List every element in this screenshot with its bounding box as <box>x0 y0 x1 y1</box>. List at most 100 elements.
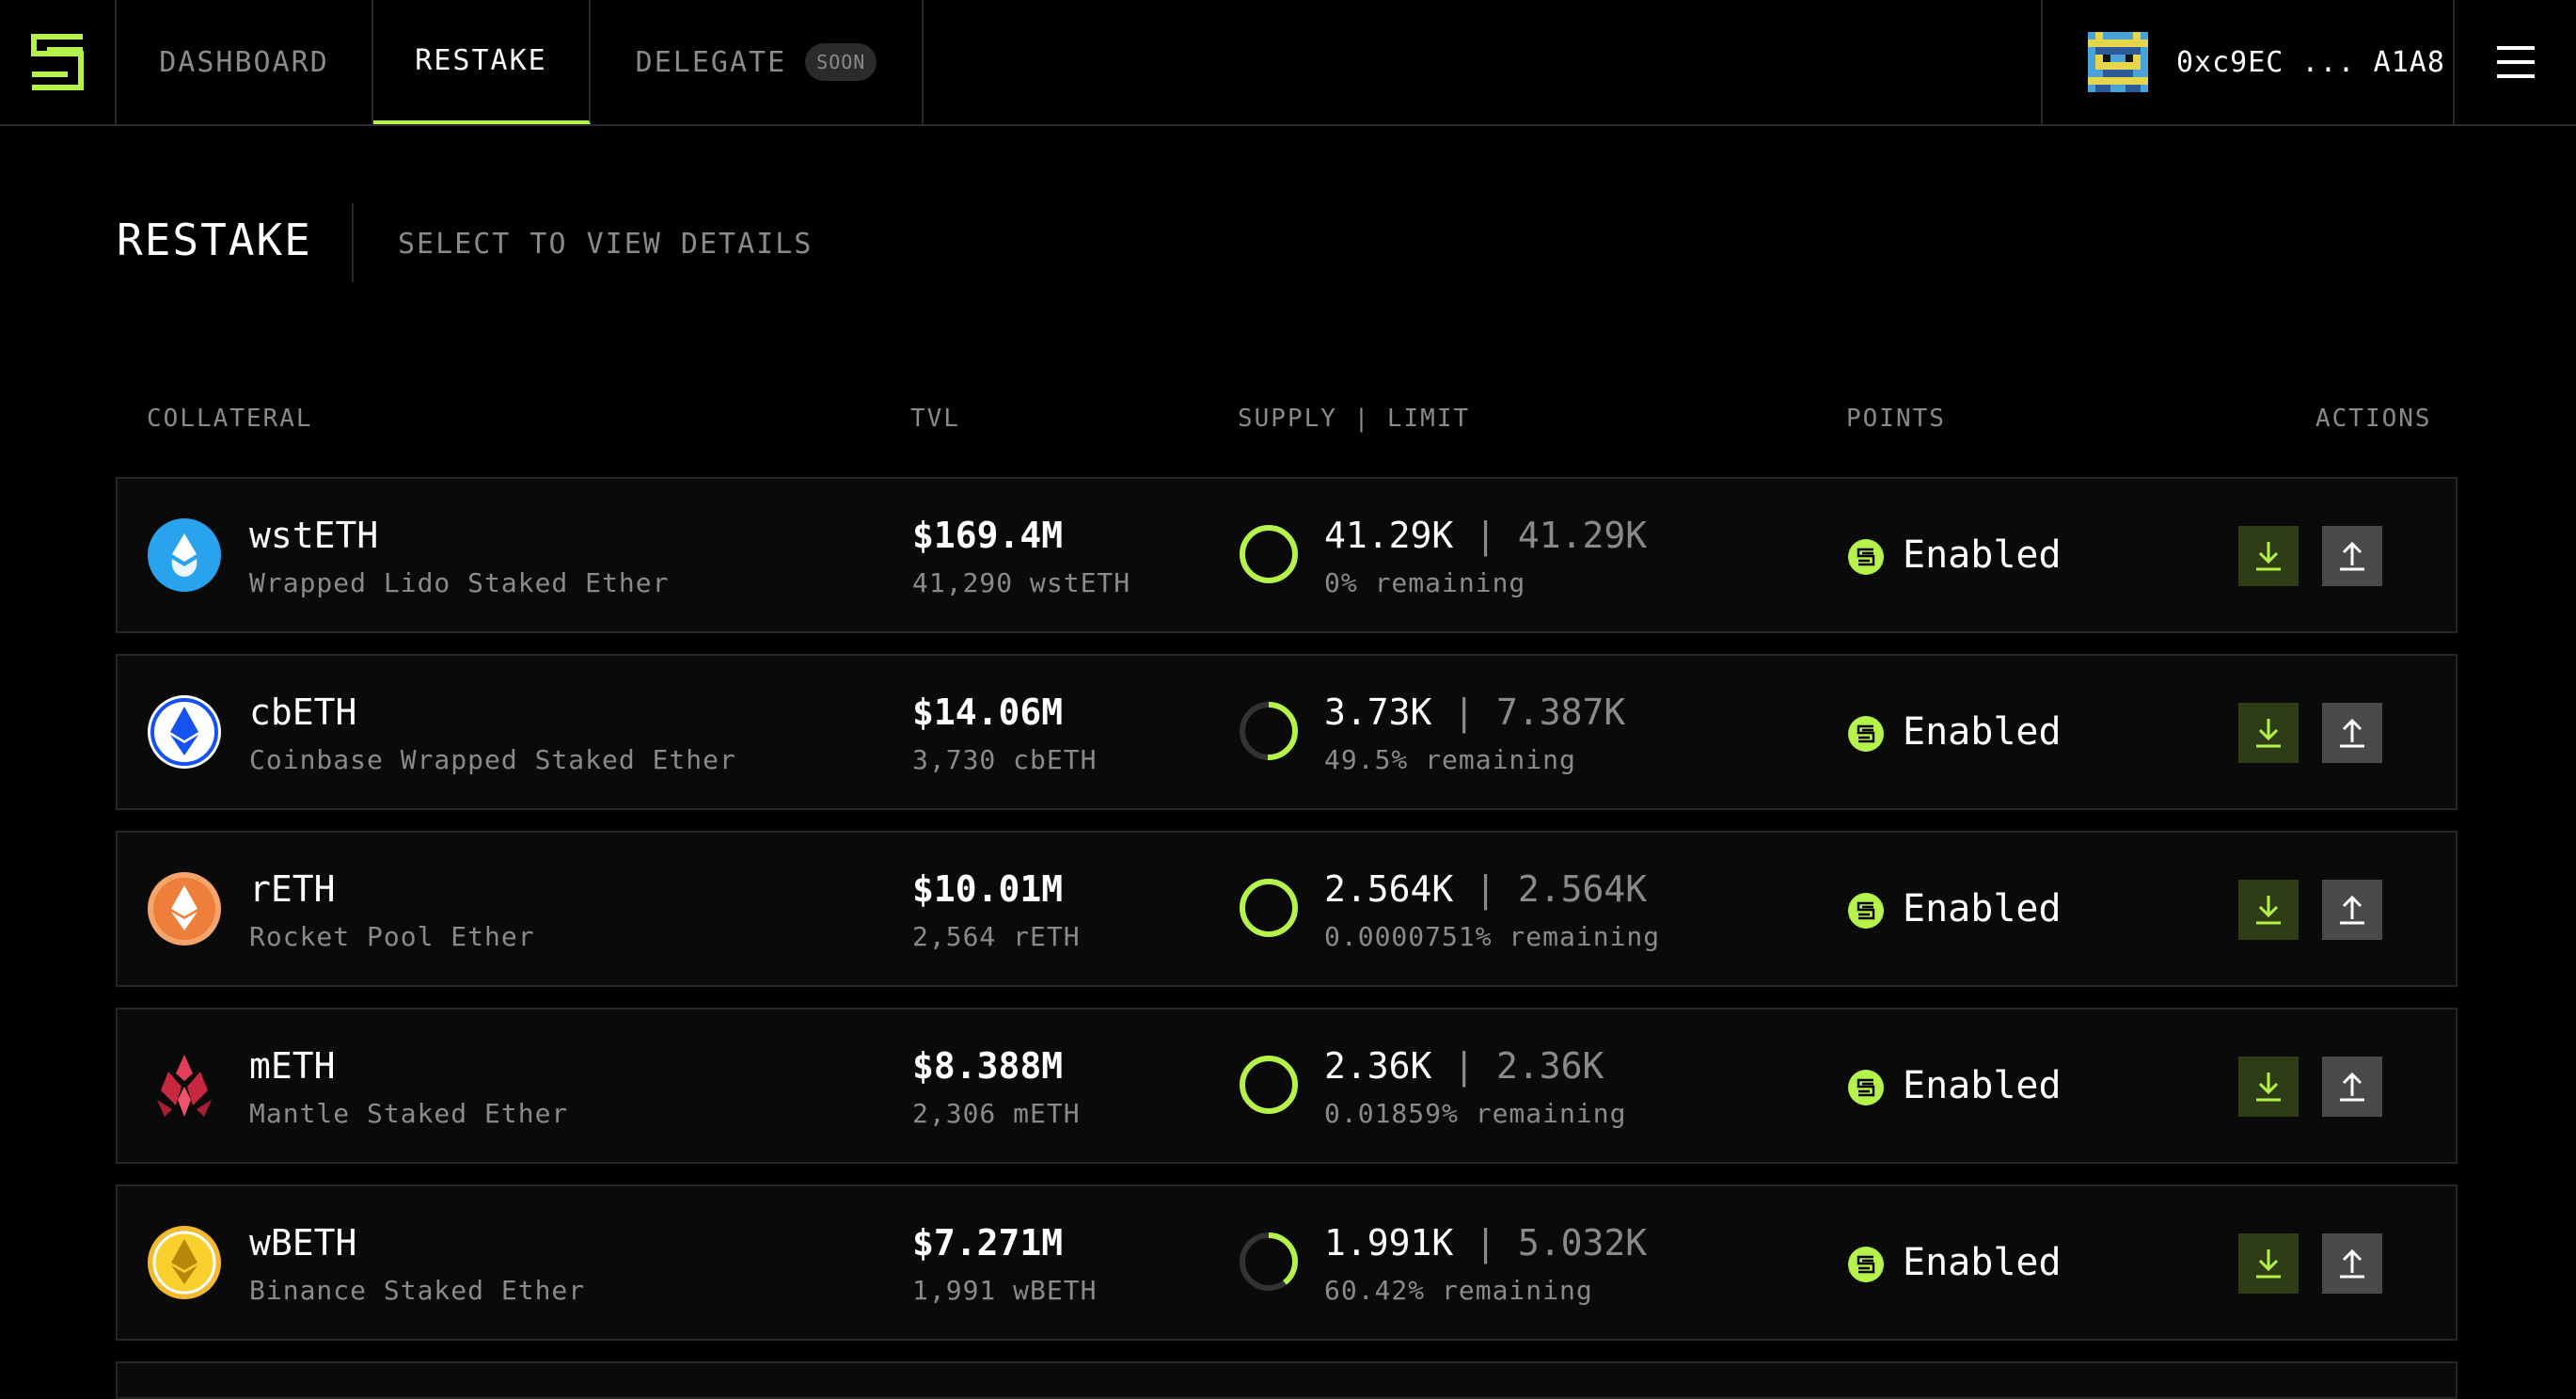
supply-value: 2.564K <box>1324 868 1454 910</box>
limit-value: 2.36K <box>1496 1045 1604 1087</box>
withdraw-button[interactable] <box>2322 703 2382 763</box>
asset-symbol: wstETH <box>249 515 379 556</box>
page-title: RESTAKE <box>117 215 312 265</box>
points-enabled-icon <box>1848 893 1884 929</box>
withdraw-button[interactable] <box>2322 880 2382 940</box>
header-actions: ACTIONS <box>2315 405 2432 433</box>
supply-progress-ring <box>1240 525 1298 583</box>
binance-wbeth-icon <box>148 1226 221 1299</box>
table-row[interactable]: mETH Mantle Staked Ether $8.388M 2,306 m… <box>116 1008 2457 1164</box>
deposit-button[interactable] <box>2238 1233 2299 1294</box>
tvl-amount: 3,730 cbETH <box>912 744 1098 775</box>
asset-name: Rocket Pool Ether <box>249 921 535 952</box>
table-row[interactable]: rETH Rocket Pool Ether $10.01M 2,564 rET… <box>116 831 2457 987</box>
supply-remaining: 60.42% remaining <box>1324 1275 1593 1306</box>
points-enabled-icon <box>1848 539 1884 575</box>
supply-limit-values: 41.29K | 41.29K <box>1324 515 1648 556</box>
supply-limit-values: 1.991K | 5.032K <box>1324 1222 1648 1264</box>
limit-value: 5.032K <box>1517 1222 1648 1264</box>
deposit-button[interactable] <box>2238 1057 2299 1117</box>
points-enabled-icon <box>1848 1247 1884 1282</box>
header-points: POINTS <box>1846 405 1946 433</box>
supply-value: 1.991K <box>1324 1222 1454 1264</box>
upload-icon <box>2340 895 2364 925</box>
tab-delegate-label: DELEGATE <box>635 45 787 79</box>
wallet-avatar-icon <box>2088 32 2148 92</box>
asset-name: Binance Staked Ether <box>249 1275 586 1306</box>
supply-limit-values: 2.564K | 2.564K <box>1324 868 1648 910</box>
supply-progress-ring <box>1240 1056 1298 1114</box>
points-status: Enabled <box>1903 533 2062 577</box>
menu-button[interactable] <box>2455 0 2576 124</box>
asset-symbol: wBETH <box>249 1222 357 1264</box>
lido-wsteth-icon <box>148 518 221 592</box>
points-enabled-icon <box>1848 1070 1884 1105</box>
limit-value: 7.387K <box>1496 692 1626 733</box>
title-divider <box>352 203 354 282</box>
table-row[interactable]: cbETH Coinbase Wrapped Staked Ether $14.… <box>116 654 2457 810</box>
wallet-address: 0xc9EC ... A1A8 <box>2176 45 2445 79</box>
supply-progress-ring <box>1240 702 1298 760</box>
tab-restake[interactable]: RESTAKE <box>373 0 591 124</box>
asset-name: Wrapped Lido Staked Ether <box>249 567 670 598</box>
top-navigation-bar: DASHBOARD RESTAKE DELEGATE SOON 0xc9EC .… <box>0 0 2576 126</box>
withdraw-button[interactable] <box>2322 526 2382 586</box>
supply-progress-ring <box>1240 879 1298 937</box>
tvl-usd: $8.388M <box>912 1045 1064 1087</box>
app-logo[interactable] <box>0 0 117 124</box>
download-icon <box>2256 1073 2281 1102</box>
withdraw-button[interactable] <box>2322 1233 2382 1294</box>
deposit-button[interactable] <box>2238 526 2299 586</box>
points-status: Enabled <box>1903 887 2062 930</box>
supply-remaining: 0.01859% remaining <box>1324 1098 1627 1129</box>
download-icon <box>2256 1249 2281 1279</box>
hamburger-menu-icon <box>2496 46 2535 78</box>
supply-remaining: 0% remaining <box>1324 567 1526 598</box>
tvl-amount: 2,564 rETH <box>912 921 1081 952</box>
tab-dashboard[interactable]: DASHBOARD <box>117 0 373 124</box>
rocketpool-reth-icon <box>148 872 221 946</box>
points-status: Enabled <box>1903 710 2062 754</box>
table-row[interactable]: wstETH Wrapped Lido Staked Ether $169.4M… <box>116 477 2457 633</box>
header-supply-limit: SUPPLY | LIMIT <box>1238 405 1471 433</box>
page-subtitle: SELECT TO VIEW DETAILS <box>398 228 814 261</box>
points-enabled-icon <box>1848 716 1884 752</box>
tab-restake-label: RESTAKE <box>415 43 547 77</box>
upload-icon <box>2340 718 2364 748</box>
upload-icon <box>2340 541 2364 571</box>
limit-value: 2.564K <box>1517 868 1648 910</box>
tvl-usd: $10.01M <box>912 868 1064 910</box>
asset-symbol: rETH <box>249 868 336 910</box>
download-icon <box>2256 719 2281 748</box>
asset-name: Mantle Staked Ether <box>249 1098 569 1129</box>
mantle-meth-icon <box>157 1055 212 1117</box>
symbiotic-logo-icon <box>31 34 84 90</box>
supply-value: 3.73K <box>1324 692 1432 733</box>
points-status: Enabled <box>1903 1064 2062 1107</box>
wallet-button[interactable]: 0xc9EC ... A1A8 <box>2041 0 2455 124</box>
deposit-button[interactable] <box>2238 880 2299 940</box>
asset-symbol: mETH <box>249 1045 336 1087</box>
limit-value: 41.29K <box>1517 515 1648 556</box>
tvl-usd: $7.271M <box>912 1222 1064 1264</box>
table-row[interactable] <box>116 1361 2457 1399</box>
coinbase-cbeth-icon <box>148 695 221 769</box>
withdraw-button[interactable] <box>2322 1057 2382 1117</box>
tab-delegate[interactable]: DELEGATE SOON <box>591 0 924 124</box>
table-row[interactable]: wBETH Binance Staked Ether $7.271M 1,991… <box>116 1184 2457 1341</box>
tab-dashboard-label: DASHBOARD <box>159 45 329 79</box>
supply-limit-values: 2.36K | 2.36K <box>1324 1045 1604 1087</box>
points-status: Enabled <box>1903 1241 2062 1284</box>
supply-limit-values: 3.73K | 7.387K <box>1324 692 1626 733</box>
tvl-amount: 41,290 wstETH <box>912 567 1131 598</box>
header-tvl: TVL <box>910 405 960 433</box>
supply-value: 2.36K <box>1324 1045 1432 1087</box>
deposit-button[interactable] <box>2238 703 2299 763</box>
tvl-usd: $14.06M <box>912 692 1064 733</box>
asset-name: Coinbase Wrapped Staked Ether <box>249 744 736 775</box>
download-icon <box>2256 896 2281 925</box>
asset-symbol: cbETH <box>249 692 357 733</box>
supply-value: 41.29K <box>1324 515 1454 556</box>
upload-icon <box>2340 1248 2364 1279</box>
upload-icon <box>2340 1072 2364 1102</box>
